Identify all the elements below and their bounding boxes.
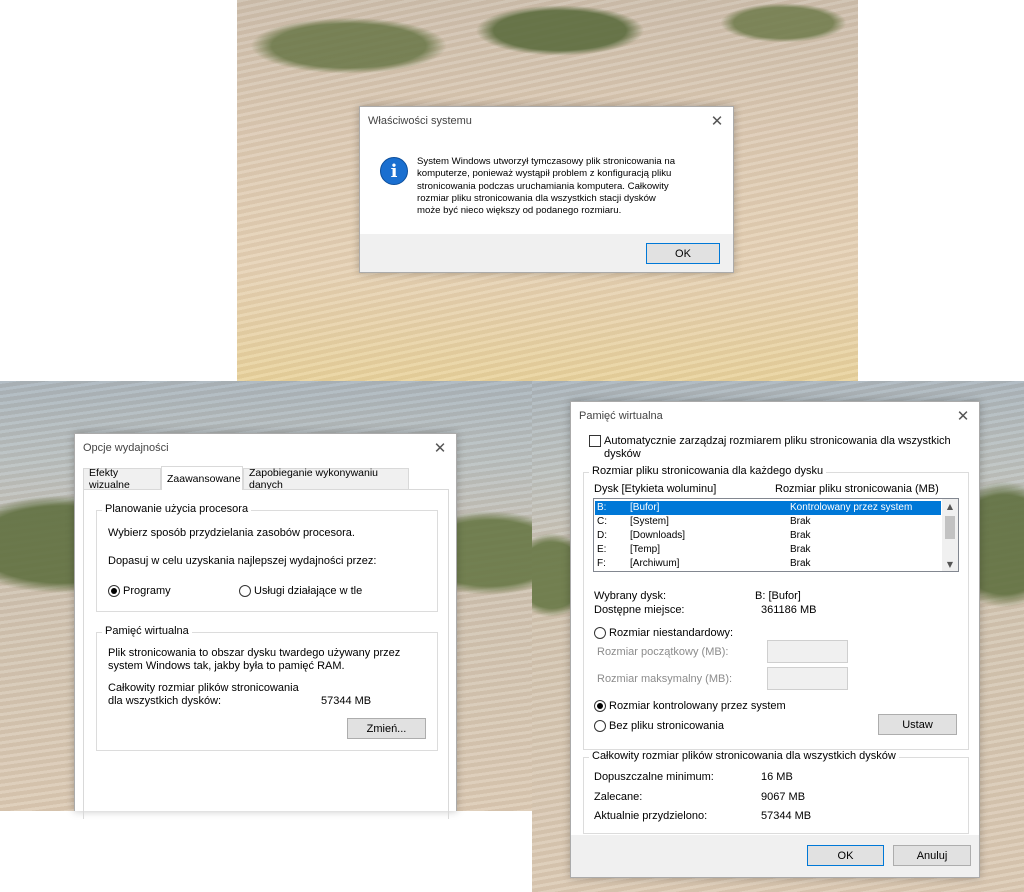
set-button[interactable]: Ustaw	[878, 714, 957, 735]
system-managed-radio[interactable]	[594, 700, 606, 712]
drive-label: [Downloads]	[630, 530, 686, 541]
max-size-input[interactable]	[767, 667, 848, 690]
drive-label: [Temp]	[630, 544, 661, 555]
drive-size: Brak	[790, 516, 811, 527]
drive-label: [Archiwum]	[630, 558, 680, 569]
no-paging-file-radio[interactable]	[594, 720, 606, 732]
min-size-label: Dopuszczalne minimum:	[594, 771, 714, 783]
tab-panel-advanced: Planowanie użycia procesora Wybierz spos…	[83, 489, 449, 819]
custom-size-label[interactable]: Rozmiar niestandardowy:	[609, 627, 733, 639]
dialog-title: Pamięć wirtualna	[579, 410, 663, 422]
min-size-value: 16 MB	[761, 771, 793, 783]
group-title: Planowanie użycia procesora	[102, 503, 252, 515]
system-properties-dialog: Właściwości systemu ✕ i System Windows u…	[359, 106, 734, 273]
selected-drive-label: Wybrany dysk:	[594, 590, 667, 602]
performance-options-dialog: Opcje wydajności ✕ Efekty wizualne Zaawa…	[74, 433, 457, 819]
list-item-drive-b[interactable]: B: [Bufor] Kontrolowany przez system	[595, 501, 941, 515]
selected-drive-value: B: [Bufor]	[755, 590, 801, 602]
total-size-label: Całkowity rozmiar plików stronicowania d…	[108, 682, 299, 708]
drive-size: Kontrolowany przez system	[790, 502, 913, 513]
background-services-label[interactable]: Usługi działające w tle	[254, 585, 362, 597]
list-scrollbar[interactable]: ▲ ▼	[942, 499, 958, 571]
virtual-memory-group: Pamięć wirtualna Plik stronicowania to o…	[96, 625, 438, 751]
programs-radio[interactable]	[108, 585, 120, 597]
drive-letter: F:	[597, 558, 606, 569]
group-title: Rozmiar pliku stronicowania dla każdego …	[589, 465, 827, 477]
drive-label: [System]	[630, 516, 669, 527]
drive-label: [Bufor]	[630, 502, 660, 513]
column-header-size: Rozmiar pliku stronicowania (MB)	[775, 483, 939, 495]
total-size-label-line: dla wszystkich dysków:	[108, 695, 222, 707]
close-icon[interactable]: ✕	[707, 111, 727, 131]
message-line: System Windows utworzył tymczasowy plik …	[417, 156, 676, 167]
initial-size-label: Rozmiar początkowy (MB):	[597, 646, 729, 658]
allocated-size-label: Aktualnie przydzielono:	[594, 810, 708, 822]
cpu-description: Wybierz sposób przydzielania zasobów pro…	[108, 527, 355, 539]
vm-description: Plik stronicowania to obszar dysku tward…	[108, 647, 400, 673]
drive-list[interactable]: B: [Bufor] Kontrolowany przez system C: …	[593, 498, 959, 572]
drive-letter: D:	[597, 530, 607, 541]
ok-button[interactable]: OK	[646, 243, 720, 264]
free-space-label: Dostępne miejsce:	[594, 604, 685, 616]
dialog-footer: OK Anuluj	[571, 835, 979, 877]
chevron-up-icon[interactable]: ▲	[942, 499, 958, 513]
message-line: może być nieco większy od podanego rozmi…	[417, 205, 622, 217]
recommended-size-value: 9067 MB	[761, 791, 806, 803]
vm-description-line: Plik stronicowania to obszar dysku tward…	[108, 647, 401, 659]
adjust-label: Dopasuj w celu uzyskania najlepszej wyda…	[108, 555, 377, 567]
dialog-title: Opcje wydajności	[83, 442, 169, 454]
change-button[interactable]: Zmień...	[347, 718, 426, 739]
auto-manage-checkbox[interactable]	[589, 435, 601, 447]
drive-letter: B:	[597, 502, 607, 513]
cancel-button[interactable]: Anuluj	[893, 845, 971, 866]
message-text: System Windows utworzył tymczasowy plik …	[417, 156, 717, 217]
max-size-label: Rozmiar maksymalny (MB):	[597, 673, 733, 685]
drive-size: Brak	[790, 530, 811, 541]
system-managed-label[interactable]: Rozmiar kontrolowany przez system	[609, 700, 786, 712]
list-item-drive-f[interactable]: F: [Archiwum] Brak	[595, 557, 941, 571]
drive-size: Brak	[790, 558, 811, 569]
dialog-title: Właściwości systemu	[368, 115, 472, 127]
free-space-value: 361186 MB	[761, 604, 817, 616]
ok-button[interactable]: OK	[807, 845, 884, 866]
list-item-drive-e[interactable]: E: [Temp] Brak	[595, 543, 941, 557]
cpu-scheduling-group: Planowanie użycia procesora Wybierz spos…	[96, 503, 438, 612]
dialog-footer: OK	[360, 234, 733, 272]
list-item-drive-d[interactable]: D: [Downloads] Brak	[595, 529, 941, 543]
group-title: Całkowity rozmiar plików stronicowania d…	[589, 750, 899, 762]
info-icon: i	[380, 157, 408, 185]
auto-manage-label[interactable]: Automatycznie zarządzaj rozmiarem pliku …	[604, 435, 951, 461]
chevron-down-icon[interactable]: ▼	[942, 557, 958, 571]
total-size-value: 57344 MB	[321, 695, 372, 707]
allocated-size-value: 57344 MB	[761, 810, 812, 822]
message-line: rozmiar pliku stronicowania dla wszystki…	[417, 192, 656, 204]
column-header-drive: Dysk [Etykieta woluminu]	[594, 483, 717, 495]
message-line: stronicowania podczas uruchamiania kompu…	[417, 180, 669, 192]
group-title: Pamięć wirtualna	[102, 625, 192, 637]
vm-description-line: system Windows tak, jakby była to pamięć…	[108, 660, 345, 672]
tab-data-execution-prevention[interactable]: Zapobieganie wykonywaniu danych	[243, 467, 409, 491]
auto-manage-label-line: dysków	[604, 448, 641, 460]
drive-letter: E:	[597, 544, 607, 555]
list-item-drive-c[interactable]: C: [System] Brak	[595, 515, 941, 529]
background-services-radio[interactable]	[239, 585, 251, 597]
tab-advanced[interactable]: Zaawansowane	[161, 466, 243, 490]
no-paging-file-label[interactable]: Bez pliku stronicowania	[609, 720, 724, 732]
close-icon[interactable]: ✕	[430, 438, 450, 458]
total-size-label-line: Całkowity rozmiar plików stronicowania	[108, 682, 299, 694]
close-icon[interactable]: ✕	[953, 406, 973, 426]
custom-size-radio[interactable]	[594, 627, 606, 639]
virtual-memory-dialog: Pamięć wirtualna ✕ Automatycznie zarządz…	[570, 401, 980, 878]
recommended-size-label: Zalecane:	[594, 791, 643, 803]
tab-visual-effects[interactable]: Efekty wizualne	[83, 467, 161, 491]
scrollbar-thumb[interactable]	[945, 516, 955, 539]
drive-size: Brak	[790, 544, 811, 555]
initial-size-input[interactable]	[767, 640, 848, 663]
auto-manage-label-line: Automatycznie zarządzaj rozmiarem pliku …	[604, 435, 951, 447]
drive-letter: C:	[597, 516, 607, 527]
message-line: komputerze, ponieważ wystąpił problem z …	[417, 168, 672, 180]
programs-label[interactable]: Programy	[123, 585, 171, 597]
